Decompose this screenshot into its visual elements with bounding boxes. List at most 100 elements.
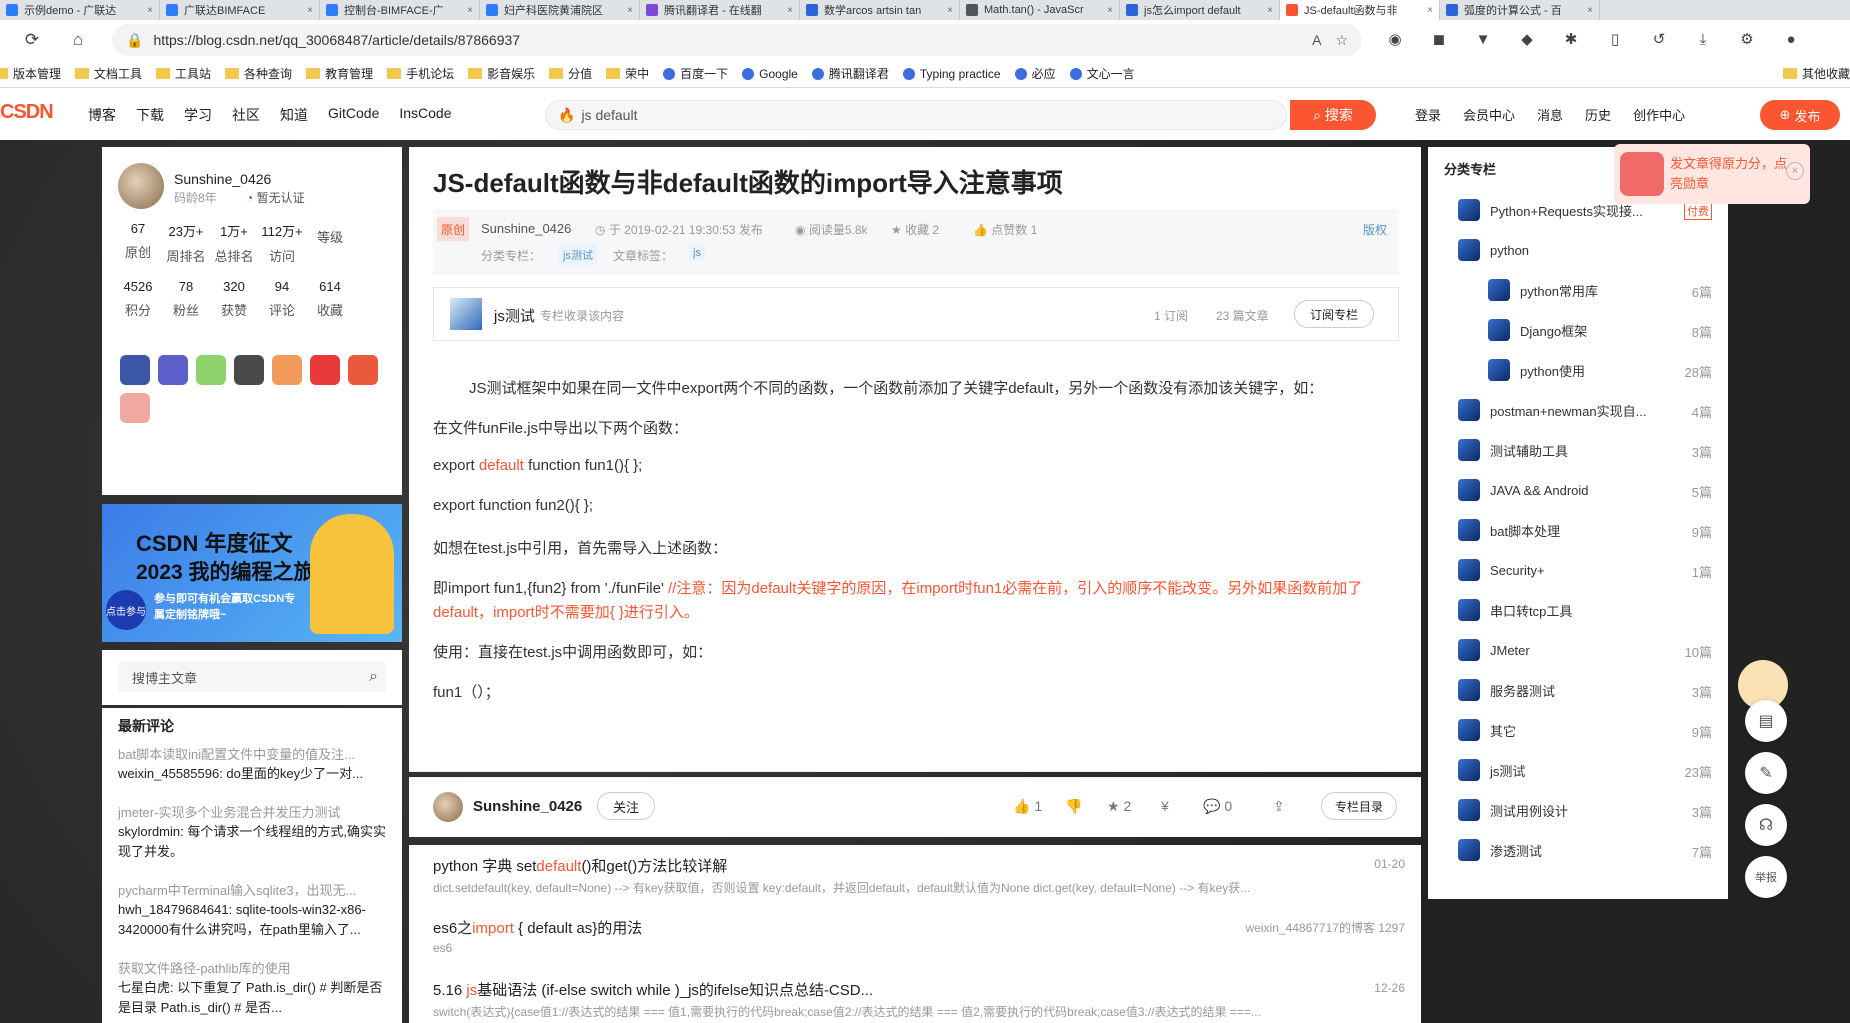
comment-text[interactable]: 七星白虎: 以下重复了 Path.is_dir() # 判断是否是目录 Path… bbox=[118, 978, 388, 1018]
comment-article-link[interactable]: jmeter-实现多个业务混合并发压力测试 bbox=[118, 802, 388, 821]
browser-tab[interactable]: 妇产科医院黄浦院区 × bbox=[480, 0, 640, 20]
download-icon[interactable]: ⤓ bbox=[1688, 24, 1718, 54]
close-tab-icon[interactable]: × bbox=[1103, 5, 1113, 16]
bookmark-item[interactable]: 分值 bbox=[549, 65, 592, 82]
chart-icon[interactable]: ▤ bbox=[1745, 700, 1787, 742]
search-button[interactable]: ⌕ 搜索 bbox=[1290, 100, 1376, 130]
header-link[interactable]: 历史 bbox=[1585, 105, 1611, 124]
badge-icon[interactable] bbox=[272, 355, 302, 385]
close-tab-icon[interactable]: × bbox=[943, 5, 953, 16]
bookmark-item[interactable]: 各种查询 bbox=[225, 65, 292, 82]
dislike-icon[interactable]: 👎 bbox=[1065, 798, 1082, 815]
nav-link[interactable]: GitCode bbox=[328, 105, 379, 125]
meta-author[interactable]: Sunshine_0426 bbox=[481, 221, 571, 236]
comment-text[interactable]: hwh_18479684641: sqlite-tools-win32-x86-… bbox=[118, 900, 388, 940]
browser-tab[interactable]: js怎么import default × bbox=[1120, 0, 1280, 20]
reward-icon[interactable]: ¥ bbox=[1161, 798, 1169, 814]
related-article-title[interactable]: es6之import { default as}的用法 bbox=[433, 917, 642, 938]
extensions-puzzle-icon[interactable]: ✱ bbox=[1556, 24, 1586, 54]
close-tab-icon[interactable]: × bbox=[463, 5, 473, 16]
badge-icon[interactable] bbox=[310, 355, 340, 385]
category-item[interactable]: 串口转tcp工具 bbox=[1458, 599, 1572, 621]
comment-button[interactable]: 💬 0 bbox=[1203, 798, 1232, 815]
category-item[interactable]: JMeter bbox=[1458, 639, 1530, 661]
settings-icon[interactable]: ⚙ bbox=[1732, 24, 1762, 54]
nav-link[interactable]: 知道 bbox=[280, 105, 308, 125]
browser-tab[interactable]: JS-default函数与非 × bbox=[1280, 0, 1440, 20]
bookmark-item[interactable]: 必应 bbox=[1014, 65, 1056, 82]
bookmark-item[interactable]: 百度一下 bbox=[663, 65, 728, 82]
article-tag[interactable]: js bbox=[689, 245, 705, 261]
comment-text[interactable]: skylordmin: 每个请求一个线程组的方式,确实实现了并发。 bbox=[118, 822, 388, 862]
home-icon[interactable]: ⌂ bbox=[62, 24, 94, 56]
search-icon[interactable]: ⌕ bbox=[369, 668, 378, 686]
footer-follow-button[interactable]: 关注 bbox=[597, 792, 655, 820]
share-icon[interactable]: ⇪ bbox=[1273, 798, 1285, 815]
bookmark-item[interactable]: 文档工具 bbox=[75, 65, 142, 82]
nav-link[interactable]: 博客 bbox=[88, 105, 116, 125]
category-item[interactable]: 测试辅助工具 bbox=[1458, 439, 1568, 461]
profile-stat[interactable]: 614 收藏 bbox=[302, 279, 358, 319]
category-item[interactable]: JAVA && Android bbox=[1458, 479, 1589, 501]
header-link[interactable]: 创作中心 bbox=[1633, 105, 1685, 124]
category-item[interactable]: python bbox=[1458, 239, 1529, 261]
like-count[interactable]: 👍 点赞数 1 bbox=[973, 221, 1037, 238]
badge-icon[interactable] bbox=[120, 355, 150, 385]
nav-link[interactable]: 下载 bbox=[136, 105, 164, 125]
related-article-title[interactable]: 5.16 js基础语法 (if-else switch while )_js的i… bbox=[433, 979, 873, 1000]
close-tab-icon[interactable]: × bbox=[303, 5, 313, 16]
comment-article-link[interactable]: pycharm中Terminal输入sqlite3，出现无... bbox=[118, 880, 388, 899]
extension-icon[interactable]: ◉ bbox=[1380, 24, 1410, 54]
badge-icon[interactable] bbox=[158, 355, 188, 385]
publish-button[interactable]: ⊕ 发布 bbox=[1760, 100, 1840, 130]
like-button[interactable]: 👍 1 bbox=[1013, 798, 1042, 815]
header-link[interactable]: 会员中心 bbox=[1463, 105, 1515, 124]
close-tab-icon[interactable]: × bbox=[1263, 5, 1273, 16]
column-name[interactable]: js测试 bbox=[494, 305, 535, 326]
copyright-link[interactable]: 版权 bbox=[1363, 221, 1387, 238]
category-item[interactable]: js测试 bbox=[1458, 759, 1525, 781]
column-toc-button[interactable]: 专栏目录 bbox=[1321, 792, 1397, 820]
favorite-count[interactable]: ★ 收藏 2 bbox=[891, 221, 939, 238]
site-search-input[interactable]: 🔥 js default bbox=[545, 100, 1287, 130]
bookmark-item[interactable]: 教育管理 bbox=[306, 65, 373, 82]
nav-link[interactable]: InsCode bbox=[399, 105, 451, 125]
split-screen-icon[interactable]: ▯ bbox=[1600, 24, 1630, 54]
promo-popup[interactable]: 发文章得原力分，点亮勋章 × bbox=[1614, 144, 1810, 204]
headset-icon[interactable]: ☊ bbox=[1745, 804, 1787, 846]
bookmark-item[interactable]: 版本管理 bbox=[0, 65, 61, 82]
browser-tab[interactable]: Math.tan() - JavaScr × bbox=[960, 0, 1120, 20]
history-icon[interactable]: ↺ bbox=[1644, 24, 1674, 54]
header-link[interactable]: 登录 bbox=[1415, 105, 1441, 124]
badge-icon[interactable] bbox=[234, 355, 264, 385]
browser-tab[interactable]: 广联达BIMFACE × bbox=[160, 0, 320, 20]
close-tab-icon[interactable]: × bbox=[783, 5, 793, 16]
bookmark-item[interactable]: 影音娱乐 bbox=[468, 65, 535, 82]
csdn-logo[interactable]: CSDN bbox=[0, 101, 54, 124]
close-icon[interactable]: × bbox=[1786, 162, 1804, 180]
category-item[interactable]: 测试用例设计 bbox=[1458, 799, 1568, 821]
profile-avatar[interactable]: ● bbox=[1776, 24, 1806, 54]
bookmark-item[interactable]: Typing practice bbox=[902, 67, 1001, 81]
extension-icon[interactable]: ▼ bbox=[1468, 24, 1498, 54]
extension-icon[interactable]: ◼ bbox=[1424, 24, 1454, 54]
report-button[interactable]: 举报 bbox=[1745, 856, 1787, 898]
footer-author-name[interactable]: Sunshine_0426 bbox=[473, 798, 582, 815]
author-avatar[interactable] bbox=[433, 792, 463, 822]
author-name[interactable]: Sunshine_0426 bbox=[174, 171, 271, 187]
edit-icon[interactable]: ✎ bbox=[1745, 752, 1787, 794]
comment-article-link[interactable]: bat脚本读取ini配置文件中变量的值及注... bbox=[118, 744, 388, 763]
column-thumbnail[interactable] bbox=[450, 298, 482, 330]
category-item[interactable]: Security+ bbox=[1458, 559, 1545, 581]
category-item[interactable]: bat脚本处理 bbox=[1458, 519, 1560, 541]
category-item[interactable]: Django框架 bbox=[1488, 319, 1587, 341]
category-item[interactable]: python常用库 bbox=[1488, 279, 1598, 301]
bookmark-item[interactable]: 手机论坛 bbox=[387, 65, 454, 82]
comment-article-link[interactable]: 获取文件路径-pathlib库的使用 bbox=[118, 958, 388, 977]
profile-stat[interactable]: 等级 bbox=[302, 221, 358, 246]
close-tab-icon[interactable]: × bbox=[1583, 5, 1593, 16]
essay-contest-banner[interactable]: CSDN 年度征文 2023 我的编程之旅 参与即可有机会赢取CSDN专属定制铭… bbox=[102, 504, 402, 642]
bookmark-item[interactable]: 荣中 bbox=[606, 65, 649, 82]
browser-tab[interactable]: 数学arcos artsin tan × bbox=[800, 0, 960, 20]
favorite-star-icon[interactable]: ☆ bbox=[1335, 32, 1348, 49]
